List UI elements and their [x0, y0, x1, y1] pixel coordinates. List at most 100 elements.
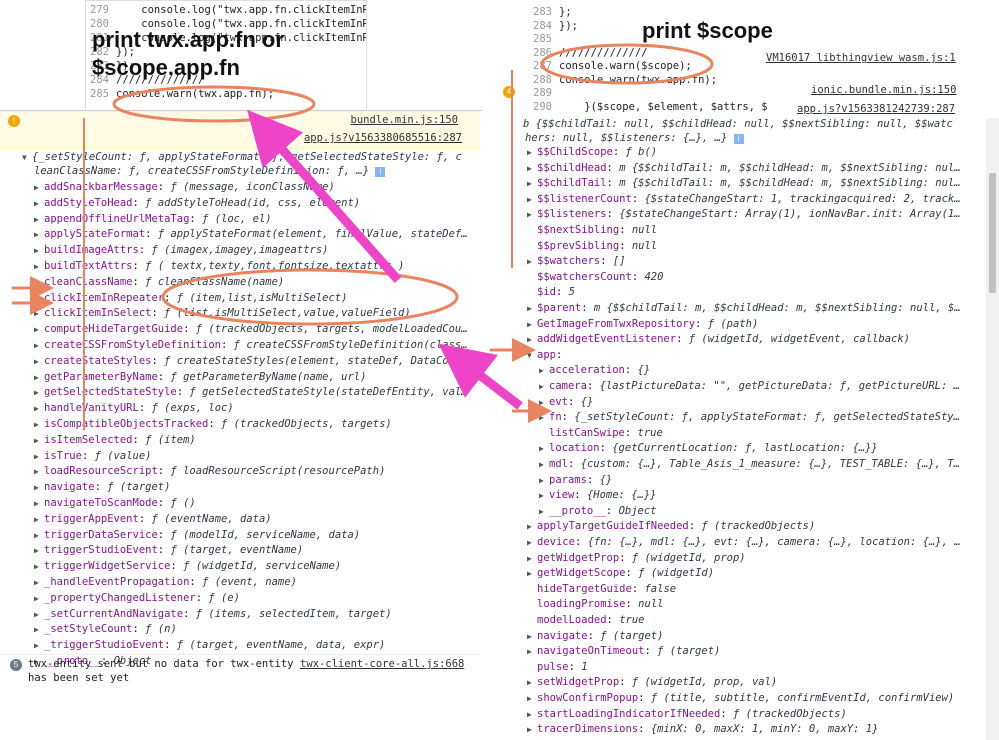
- left-prop-row[interactable]: ▶ getParameterByName: ƒ getParameterByNam…: [34, 369, 366, 385]
- expand-triangle-icon[interactable]: ▶: [34, 275, 44, 291]
- right-prop-row[interactable]: $$prevSibling: null: [527, 238, 657, 254]
- right-scrollbar[interactable]: [986, 118, 999, 740]
- right-prop-row[interactable]: ▶ setWidgetProp: ƒ (widgetId, prop, val): [527, 674, 777, 690]
- expand-triangle-icon[interactable]: ▶: [34, 559, 44, 575]
- expand-triangle-icon[interactable]: ▶: [527, 161, 537, 177]
- expand-triangle-icon[interactable]: ▶: [34, 291, 44, 307]
- right-prop-row[interactable]: ▶ $$childHead: m {$$childTail: m, $$child…: [527, 160, 961, 176]
- expand-triangle-icon[interactable]: ▶: [34, 528, 44, 544]
- expand-triangle-icon[interactable]: ▶: [34, 417, 44, 433]
- right-prop-row[interactable]: modelLoaded: true: [527, 612, 645, 628]
- right-prop-row[interactable]: ▶ $$ChildScope: ƒ b(): [527, 144, 657, 160]
- left-header-link[interactable]: bundle.min.js:150: [351, 114, 458, 126]
- right-prop-row[interactable]: ▶ $$childTail: m {$$childTail: m, $$child…: [527, 175, 961, 191]
- expand-triangle-icon[interactable]: ▶: [527, 317, 537, 333]
- expand-triangle-icon[interactable]: ▶: [527, 675, 537, 691]
- expand-triangle-icon[interactable]: ▶: [34, 591, 44, 607]
- expand-triangle-icon[interactable]: ▶: [34, 180, 44, 196]
- right-prop-row[interactable]: ▶ getWidgetScope: ƒ (widgetId): [527, 565, 714, 581]
- expand-triangle-icon[interactable]: ▶: [34, 464, 44, 480]
- expand-triangle-icon[interactable]: ▶: [34, 575, 44, 591]
- right-prop-row[interactable]: ▶ getWidgetProp: ƒ (widgetId, prop): [527, 550, 746, 566]
- right-prop-row[interactable]: listCanSwipe: true: [539, 425, 663, 441]
- expand-triangle-icon[interactable]: ▶: [539, 410, 549, 426]
- right-prop-row[interactable]: ▶ $$listenerCount: {$stateChangeStart: 1,…: [527, 191, 961, 207]
- right-prop-row[interactable]: $$nextSibling: null: [527, 222, 657, 238]
- expand-triangle-icon[interactable]: ▶: [539, 504, 549, 520]
- left-prop-row[interactable]: ▶ buildImageAttrs: ƒ (imagex,imagey,image…: [34, 242, 329, 258]
- right-prop-row[interactable]: loadingPromise: null: [527, 596, 663, 612]
- left-prop-row[interactable]: ▶ _handleEventPropagation: ƒ (event, name…: [34, 574, 297, 590]
- expand-triangle-icon[interactable]: ▶: [34, 385, 44, 401]
- right-prop-row[interactable]: ▶ showConfirmPopup: ƒ (title, subtitle, c…: [527, 690, 954, 706]
- expand-triangle-icon[interactable]: ▶: [34, 480, 44, 496]
- expand-triangle-icon[interactable]: ▶: [34, 622, 44, 638]
- right-prop-row[interactable]: $id: 5: [527, 284, 575, 300]
- expand-triangle-icon[interactable]: ▶: [527, 691, 537, 707]
- right-link-ionic[interactable]: ionic.bundle.min.js:150: [811, 84, 956, 96]
- expand-triangle-icon[interactable]: ▶: [34, 449, 44, 465]
- right-prop-row[interactable]: ▶ evt: {}: [539, 394, 593, 410]
- expand-triangle-icon[interactable]: ▶: [539, 473, 549, 489]
- expand-triangle-icon[interactable]: ▶: [34, 607, 44, 623]
- expand-triangle-icon[interactable]: ▶: [539, 379, 549, 395]
- expand-triangle-icon[interactable]: ▼: [22, 150, 32, 166]
- left-prop-row[interactable]: ▶ isCompatibleObjectsTracked: ƒ (trackedO…: [34, 416, 392, 432]
- right-prop-row[interactable]: ▶ camera: {lastPictureData: "", getPictur…: [539, 378, 960, 394]
- right-prop-row[interactable]: ▶ $$listeners: {$stateChangeStart: Array(…: [527, 206, 961, 222]
- left-prop-row[interactable]: ▶ navigate: ƒ (target): [34, 479, 170, 495]
- right-prop-row[interactable]: ▶ device: {fn: {…}, mdl: {…}, evt: {…}, c…: [527, 534, 961, 550]
- expand-triangle-icon[interactable]: ▶: [34, 196, 44, 212]
- info-icon[interactable]: i: [375, 167, 386, 177]
- right-prop-row[interactable]: ▶ GetImageFromTwxRepository: ƒ (path): [527, 316, 758, 332]
- left-prop-row[interactable]: ▶ _triggerStudioEvent: ƒ (target, eventNa…: [34, 637, 385, 653]
- expand-triangle-icon[interactable]: ▶: [527, 301, 537, 317]
- expand-triangle-icon[interactable]: ▶: [34, 512, 44, 528]
- left-prop-row[interactable]: ▶ isItemSelected: ƒ (item): [34, 432, 196, 448]
- footer-link[interactable]: twx-client-core-all.js:668: [300, 658, 464, 670]
- expand-triangle-icon[interactable]: ▶: [539, 363, 549, 379]
- expand-triangle-icon[interactable]: ▶: [527, 254, 537, 270]
- left-prop-row[interactable]: ▶ _propertyChangedListener: ƒ (e): [34, 590, 240, 606]
- left-prop-row[interactable]: ▶ clickItemInSelect: ƒ (list,isMultiSelec…: [34, 305, 411, 321]
- right-prop-row[interactable]: ▶ applyTargetGuideIfNeeded: ƒ (trackedObj…: [527, 518, 815, 534]
- expand-triangle-icon[interactable]: ▶: [34, 322, 44, 338]
- expand-triangle-icon[interactable]: ▶: [527, 519, 537, 535]
- right-link-vm[interactable]: VM16017 libthingview wasm.js:1: [766, 52, 956, 64]
- left-prop-row[interactable]: ▶ applyStateFormat: ƒ applyStateFormat(el…: [34, 226, 468, 242]
- expand-triangle-icon[interactable]: ▶: [34, 433, 44, 449]
- right-prop-row[interactable]: ▶ $parent: m {$$childTail: m, $$childHead…: [527, 300, 961, 316]
- expand-triangle-icon[interactable]: ▶: [34, 306, 44, 322]
- expand-triangle-icon[interactable]: ▶: [527, 551, 537, 567]
- right-prop-row[interactable]: $$watchersCount: 420: [527, 269, 663, 285]
- info-icon[interactable]: i: [733, 134, 744, 144]
- expand-triangle-icon[interactable]: ▶: [527, 332, 537, 348]
- right-prop-row[interactable]: ▶ tracerDimensions: {minX: 0, maxX: 1, mi…: [527, 721, 878, 737]
- right-prop-row[interactable]: ▶ acceleration: {}: [539, 362, 650, 378]
- left-prop-row[interactable]: ▶ _setCurrentAndNavigate: ƒ (items, selec…: [34, 606, 392, 622]
- right-scrollbar-thumb[interactable]: [989, 173, 996, 293]
- left-prop-row[interactable]: ▶ navigateToScanMode: ƒ (): [34, 495, 196, 511]
- right-prop-row[interactable]: ▶ __proto__: Object: [539, 503, 657, 519]
- left-prop-row[interactable]: ▶ appendOfflineUrlMetaTag: ƒ (loc, el): [34, 211, 272, 227]
- expand-triangle-icon[interactable]: ▶: [527, 535, 537, 551]
- right-prop-row[interactable]: ▶ $$watchers: []: [527, 253, 626, 269]
- left-prop-row[interactable]: ▶ cleanClassName: ƒ cleanClassName(name): [34, 274, 284, 290]
- expand-triangle-icon[interactable]: ▶: [527, 192, 537, 208]
- expand-triangle-icon[interactable]: ▶: [539, 441, 549, 457]
- left-source-link[interactable]: app.js?v1563380685516:287: [304, 132, 462, 144]
- expand-triangle-icon[interactable]: ▶: [527, 629, 537, 645]
- expand-triangle-icon[interactable]: ▶: [539, 395, 549, 411]
- expand-triangle-icon[interactable]: ▶: [527, 207, 537, 223]
- right-prop-row[interactable]: ▼ app:: [527, 347, 569, 363]
- expand-triangle-icon[interactable]: ▶: [34, 354, 44, 370]
- expand-triangle-icon[interactable]: ▶: [34, 638, 44, 654]
- expand-triangle-icon[interactable]: ▶: [34, 543, 44, 559]
- right-prop-row[interactable]: ▶ startLoadingIndicatorIfNeeded: ƒ (track…: [527, 706, 847, 722]
- right-prop-row[interactable]: ▶ params: {}: [539, 472, 612, 488]
- expand-triangle-icon[interactable]: ▶: [34, 370, 44, 386]
- right-prop-row[interactable]: ▶ navigate: ƒ (target): [527, 628, 663, 644]
- left-prop-row[interactable]: ▶ triggerDataService: ƒ (modelId, service…: [34, 527, 360, 543]
- right-prop-row[interactable]: ▶ location: {getCurrentLocation: ƒ, lastL…: [539, 440, 878, 456]
- left-prop-row[interactable]: ▶ computeHideTargetGuide: ƒ (trackedObjec…: [34, 321, 468, 337]
